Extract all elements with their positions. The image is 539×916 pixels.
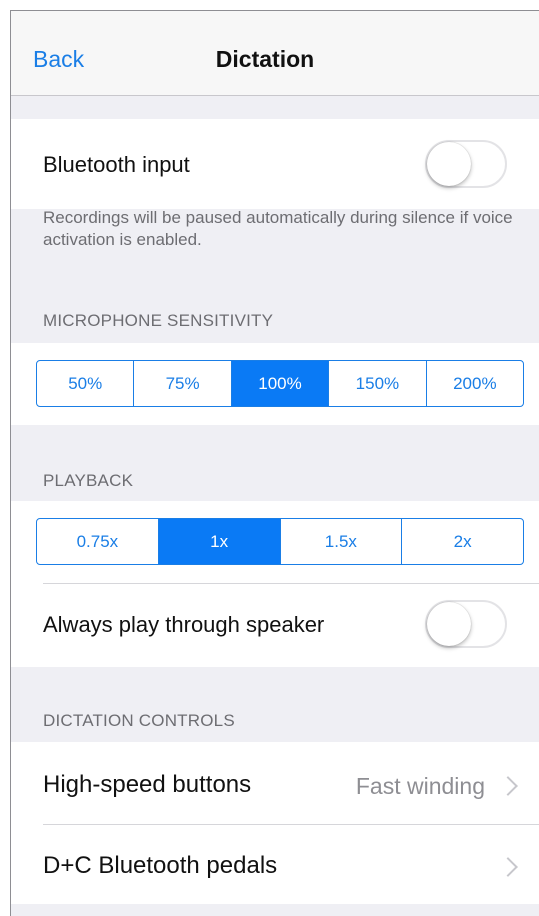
voice-activation-note: Recordings will be paused automatically …: [43, 208, 513, 249]
speaker-label: Always play through speaker: [43, 612, 325, 637]
settings-screen: Back Dictation Bluetooth input Recording…: [10, 10, 539, 916]
toggle-knob: [427, 142, 471, 186]
bluetooth-pedals-row[interactable]: D+C Bluetooth pedals: [11, 825, 539, 904]
chevron-right-icon: [498, 857, 518, 877]
playback-speed-control[interactable]: 0.75x 1x 1.5x 2x: [36, 518, 524, 565]
playback-speed-option[interactable]: 1x: [157, 519, 280, 564]
chevron-right-icon: [498, 776, 518, 796]
row-separator: [43, 583, 539, 584]
playback-section: 0.75x 1x 1.5x 2x Always play through speake…: [11, 501, 539, 667]
high-speed-buttons-row[interactable]: High-speed buttons Fast winding: [11, 742, 539, 824]
sensitivity-option[interactable]: 50%: [37, 361, 133, 406]
dictation-controls-section: High-speed buttons Fast winding D+C Blue…: [11, 742, 539, 904]
sensitivity-option[interactable]: 100%: [230, 361, 329, 406]
playback-header: PLAYBACK: [43, 471, 134, 490]
bluetooth-pedals-label: D+C Bluetooth pedals: [43, 852, 278, 879]
playback-speed-option[interactable]: 1.5x: [279, 519, 402, 564]
page-title: Dictation: [215, 46, 315, 72]
microphone-sensitivity-control[interactable]: 50% 75% 100% 150% 200%: [36, 360, 524, 407]
dictation-controls-header: DICTATION CONTROLS: [43, 711, 235, 730]
playback-speed-option[interactable]: 0.75x: [37, 519, 158, 564]
sensitivity-option[interactable]: 150%: [328, 361, 425, 406]
sensitivity-option[interactable]: 75%: [133, 361, 230, 406]
navigation-bar: Back Dictation: [11, 11, 539, 96]
toggle-knob: [427, 602, 471, 646]
microphone-sensitivity-header: MICROPHONE SENSITIVITY: [43, 311, 274, 330]
high-speed-buttons-value: Fast winding: [355, 773, 485, 799]
high-speed-buttons-label: High-speed buttons: [43, 771, 252, 798]
bluetooth-input-toggle[interactable]: [425, 140, 507, 188]
microphone-sensitivity-row: 50% 75% 100% 150% 200%: [11, 343, 539, 425]
bluetooth-input-label: Bluetooth input: [43, 152, 190, 177]
sensitivity-option[interactable]: 200%: [425, 361, 523, 406]
playback-speed-option[interactable]: 2x: [401, 519, 523, 564]
speaker-toggle[interactable]: [425, 600, 507, 648]
bluetooth-input-row: Bluetooth input: [11, 119, 539, 209]
